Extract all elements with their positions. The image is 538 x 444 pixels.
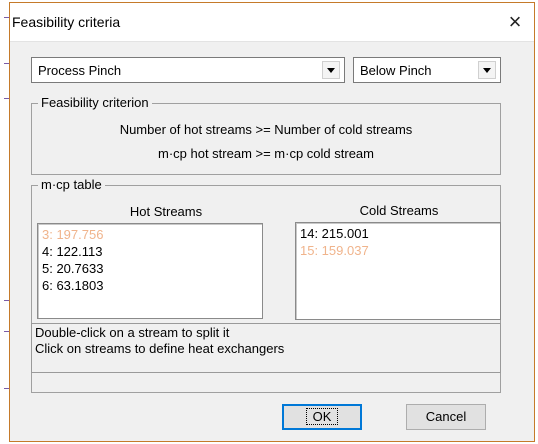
group-label: Feasibility criterion: [38, 95, 152, 110]
instructions-box: Double-click on a stream to split it Cli…: [31, 323, 501, 373]
group-label: m·cp table: [38, 177, 105, 192]
cancel-button[interactable]: Cancel: [406, 404, 486, 430]
feasibility-criterion-group: Feasibility criterion Number of hot stre…: [31, 95, 501, 175]
cancel-button-label: Cancel: [425, 409, 467, 424]
ok-button[interactable]: OK: [282, 404, 362, 430]
criterion-text: m·cp hot stream >= m·cp cold stream: [157, 146, 374, 161]
instruction-text: Double-click on a stream to split it: [35, 325, 230, 340]
chevron-down-icon[interactable]: [322, 61, 340, 79]
criterion-text: Number of hot streams >= Number of cold …: [119, 122, 413, 137]
cold-streams-list[interactable]: 14: 215.001 15: 159.037: [295, 222, 501, 320]
window-title: Feasibility criteria: [12, 14, 121, 30]
scope-dropdown[interactable]: Process Pinch: [31, 57, 345, 83]
instruction-text: Click on streams to define heat exchange…: [35, 341, 285, 356]
hot-stream-item[interactable]: 6: 63.1803: [42, 277, 103, 294]
cold-streams-header: Cold Streams: [359, 203, 439, 218]
region-dropdown-value: Below Pinch: [360, 63, 432, 78]
close-icon[interactable]: ×: [498, 6, 532, 38]
ok-button-label: OK: [305, 408, 339, 425]
hot-stream-item[interactable]: 3: 197.756: [42, 226, 103, 243]
scope-dropdown-value: Process Pinch: [38, 63, 122, 78]
hot-streams-list[interactable]: 3: 197.756 4: 122.113 5: 20.7633 6: 63.1…: [37, 223, 263, 319]
cold-stream-item[interactable]: 15: 159.037: [300, 242, 369, 259]
hot-streams-header: Hot Streams: [129, 204, 203, 219]
chevron-down-icon[interactable]: [478, 61, 496, 79]
hot-stream-item[interactable]: 5: 20.7633: [42, 260, 103, 277]
feasibility-criteria-dialog: Feasibility criteria × Process Pinch Bel…: [9, 2, 535, 442]
title-bar[interactable]: Feasibility criteria ×: [10, 3, 534, 42]
region-dropdown[interactable]: Below Pinch: [353, 57, 501, 83]
hot-stream-item[interactable]: 4: 122.113: [42, 243, 102, 260]
cold-stream-item[interactable]: 14: 215.001: [300, 225, 369, 242]
